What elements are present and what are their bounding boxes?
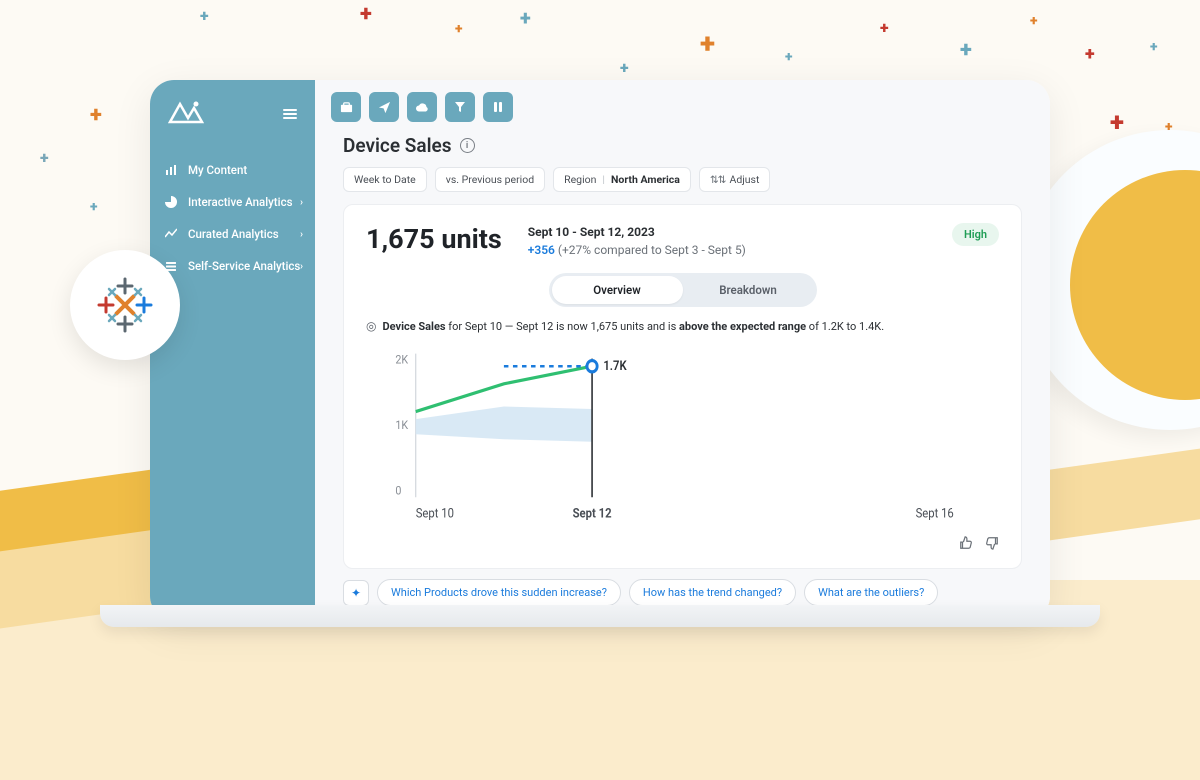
app-logo-icon: [168, 98, 204, 130]
suggestion-chip[interactable]: What are the outliers?: [804, 579, 938, 606]
target-icon: ◎: [366, 319, 376, 333]
filter-region-chip[interactable]: Region|North America: [553, 167, 691, 192]
laptop-base: [100, 605, 1100, 627]
sliders-icon: ⇅⇅: [710, 173, 726, 186]
toolbar-filter-button[interactable]: [445, 92, 475, 122]
app-window: My Content Interactive Analytics › Curat…: [150, 80, 1050, 620]
main-area: Device Sales i Week to Date vs. Previous…: [315, 80, 1050, 620]
sidebar-item-curated-analytics[interactable]: Curated Analytics ›: [150, 218, 315, 250]
chevron-right-icon: ›: [300, 261, 303, 272]
svg-text:0: 0: [395, 483, 401, 498]
toolbar-pause-button[interactable]: [483, 92, 513, 122]
sidebar-item-interactive-analytics[interactable]: Interactive Analytics ›: [150, 186, 315, 218]
nav-label: Self-Service Analytics: [188, 259, 300, 273]
metric-card: 1,675 units Sept 10 - Sept 12, 2023 +356…: [343, 204, 1022, 569]
pie-chart-icon: [164, 195, 178, 209]
tableau-logo-badge: [70, 250, 180, 360]
metric-value: 1,675 units: [366, 223, 502, 255]
toolbar-briefcase-button[interactable]: [331, 92, 361, 122]
tab-breakdown[interactable]: Breakdown: [683, 276, 814, 304]
svg-text:Sept 12: Sept 12: [573, 506, 612, 521]
status-badge: High: [952, 223, 999, 246]
filter-period-chip[interactable]: Week to Date: [343, 167, 427, 192]
svg-text:1.7K: 1.7K: [603, 358, 627, 373]
view-toggle: Overview Breakdown: [549, 273, 817, 307]
toolbar-send-button[interactable]: [369, 92, 399, 122]
thumbs-down-button[interactable]: [985, 536, 999, 554]
adjust-button[interactable]: ⇅⇅ Adjust: [699, 167, 771, 192]
sidebar: My Content Interactive Analytics › Curat…: [150, 80, 315, 620]
nav-label: Interactive Analytics: [188, 195, 293, 209]
filter-compare-chip[interactable]: vs. Previous period: [435, 167, 545, 192]
svg-text:Sept 10: Sept 10: [416, 506, 454, 521]
suggestion-chip[interactable]: How has the trend changed?: [629, 579, 796, 606]
svg-text:Sept 16: Sept 16: [916, 506, 954, 521]
ai-suggestions-button[interactable]: ✦: [343, 580, 369, 606]
chevron-right-icon: ›: [300, 197, 303, 208]
toolbar-cloud-button[interactable]: [407, 92, 437, 122]
metric-meta: Sept 10 - Sept 12, 2023 +356 (+27% compa…: [528, 223, 746, 259]
thumbs-up-button[interactable]: [959, 536, 973, 554]
toolbar: [315, 80, 1050, 134]
svg-text:2K: 2K: [395, 352, 409, 367]
tab-overview[interactable]: Overview: [552, 276, 683, 304]
metric-chart: 2K 1K 0: [366, 341, 999, 530]
info-icon[interactable]: i: [460, 138, 475, 153]
chevron-right-icon: ›: [300, 229, 303, 240]
nav-label: Curated Analytics: [188, 227, 279, 241]
sidebar-item-self-service-analytics[interactable]: Self-Service Analytics ›: [150, 250, 315, 282]
suggestion-row: ✦ Which Products drove this sudden incre…: [343, 579, 1022, 606]
line-chart-icon: [164, 227, 178, 241]
insight-text: ◎ Device Sales for Sept 10 — Sept 12 is …: [366, 319, 999, 333]
nav-label: My Content: [188, 163, 247, 177]
page-title: Device Sales: [343, 134, 452, 157]
sidebar-collapse-button[interactable]: [283, 107, 297, 121]
bar-chart-icon: [164, 163, 178, 177]
suggestion-chip[interactable]: Which Products drove this sudden increas…: [377, 579, 621, 606]
sidebar-item-my-content[interactable]: My Content: [150, 154, 315, 186]
svg-text:1K: 1K: [395, 418, 409, 433]
